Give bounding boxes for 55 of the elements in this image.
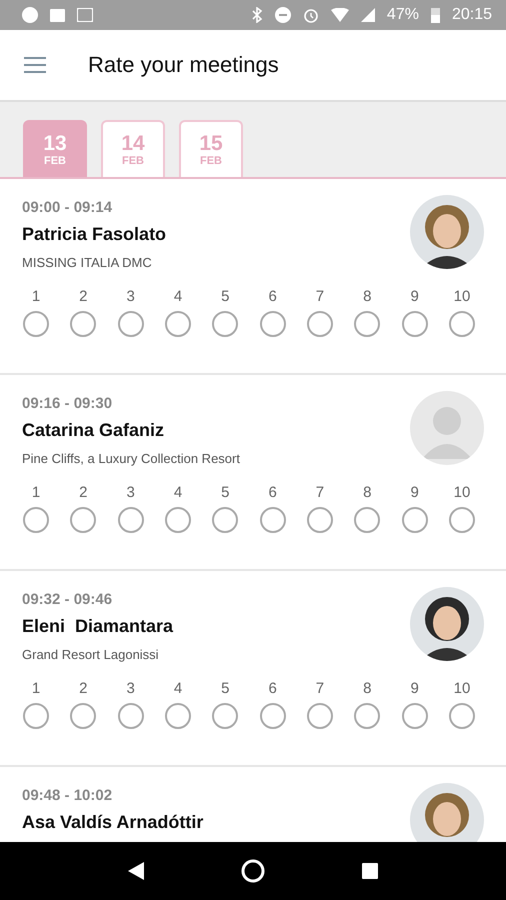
rating-option[interactable]: 9 <box>400 288 429 337</box>
rating-option[interactable]: 5 <box>211 288 240 337</box>
rating-option[interactable]: 8 <box>353 484 382 533</box>
rating-option[interactable]: 9 <box>400 484 429 533</box>
attendee-name: Patricia Fasolato <box>22 224 166 245</box>
rating-option[interactable]: 10 <box>448 484 476 533</box>
attendee-name: Eleni Diamantara <box>22 616 174 637</box>
recent-apps-icon[interactable] <box>362 863 378 879</box>
rating-option[interactable]: 4 <box>164 484 192 533</box>
rating-option[interactable]: 6 <box>258 288 287 337</box>
screen-title: Rate your meetings <box>88 52 279 78</box>
rating-option[interactable]: 6 <box>258 484 287 533</box>
meeting-time: 09:16 - 09:30 <box>22 395 114 412</box>
do-not-disturb-icon <box>274 7 291 23</box>
rating-option[interactable]: 5 <box>211 484 240 533</box>
rating-option[interactable]: 8 <box>353 680 382 729</box>
rating-option[interactable]: 2 <box>69 680 98 729</box>
rating-option[interactable]: 10 <box>448 288 476 337</box>
rating-option[interactable]: 4 <box>164 680 192 729</box>
bluetooth-icon <box>250 7 263 23</box>
rating-option[interactable]: 3 <box>116 288 145 337</box>
rating-option[interactable]: 2 <box>69 484 98 533</box>
rating-option[interactable]: 1 <box>22 484 50 533</box>
rating-option[interactable]: 7 <box>306 484 334 533</box>
rating-option[interactable]: 4 <box>164 288 192 337</box>
back-icon[interactable] <box>128 862 144 880</box>
home-icon[interactable] <box>240 859 265 883</box>
rating-option[interactable]: 7 <box>306 680 334 729</box>
menu-icon[interactable] <box>24 57 46 73</box>
battery-icon <box>430 7 440 23</box>
signal-icon <box>360 8 375 22</box>
alarm-icon <box>302 7 319 23</box>
rating-option[interactable]: 1 <box>22 288 50 337</box>
meeting-time: 09:32 - 09:46 <box>22 591 114 608</box>
company-name: Pine Cliffs, a Luxury Collection Resort <box>22 451 240 466</box>
image-icon <box>50 8 65 22</box>
rating-option[interactable]: 9 <box>400 680 429 729</box>
company-name: Grand Resort Lagonissi <box>22 647 160 662</box>
clock-time: 20:15 <box>452 6 492 24</box>
rating-option[interactable]: 3 <box>116 680 145 729</box>
rating-option[interactable]: 1 <box>22 680 50 729</box>
meeting-time: 09:48 - 10:02 <box>22 787 114 804</box>
battery-percent: 47% <box>386 6 419 24</box>
rating-option[interactable]: 8 <box>353 288 382 337</box>
company-name: MISSING ITALIA DMC <box>22 255 153 270</box>
rating-option[interactable]: 7 <box>306 288 334 337</box>
rating-option[interactable]: 3 <box>116 484 145 533</box>
rating-option[interactable]: 10 <box>448 680 476 729</box>
meeting-time: 09:00 - 09:14 <box>22 199 114 216</box>
rating-option[interactable]: 2 <box>69 288 98 337</box>
rating-option[interactable]: 6 <box>258 680 287 729</box>
wifi-icon <box>330 8 349 22</box>
rating-option[interactable]: 5 <box>211 680 240 729</box>
attendee-name: Catarina Gafaniz <box>22 420 166 441</box>
attendee-name: Asa Valdís Arnadóttir <box>22 812 204 833</box>
